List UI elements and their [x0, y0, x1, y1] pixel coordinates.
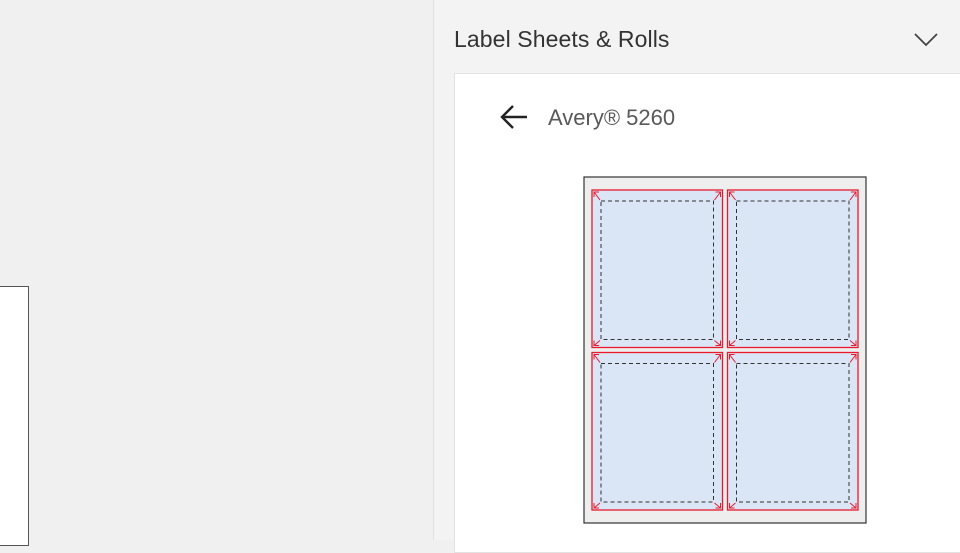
arrow-left-icon: [500, 105, 527, 129]
label-cell: [591, 351, 724, 511]
collapse-button[interactable]: [908, 22, 944, 58]
label-sheet-preview[interactable]: [583, 176, 867, 524]
label-sheets-panel: Label Sheets & Rolls Avery® 5260: [433, 0, 960, 553]
back-button[interactable]: [495, 98, 535, 138]
label-cell: [726, 351, 859, 511]
label-cell: [726, 189, 859, 349]
page-preview[interactable]: [0, 286, 29, 546]
label-cell: [591, 189, 724, 349]
product-card: Avery® 5260: [454, 73, 960, 553]
chevron-down-icon: [914, 33, 938, 47]
product-name: Avery® 5260: [548, 105, 676, 130]
panel-header[interactable]: Label Sheets & Rolls: [454, 22, 944, 58]
canvas-area: [0, 0, 433, 546]
panel-title: Label Sheets & Rolls: [454, 26, 670, 52]
